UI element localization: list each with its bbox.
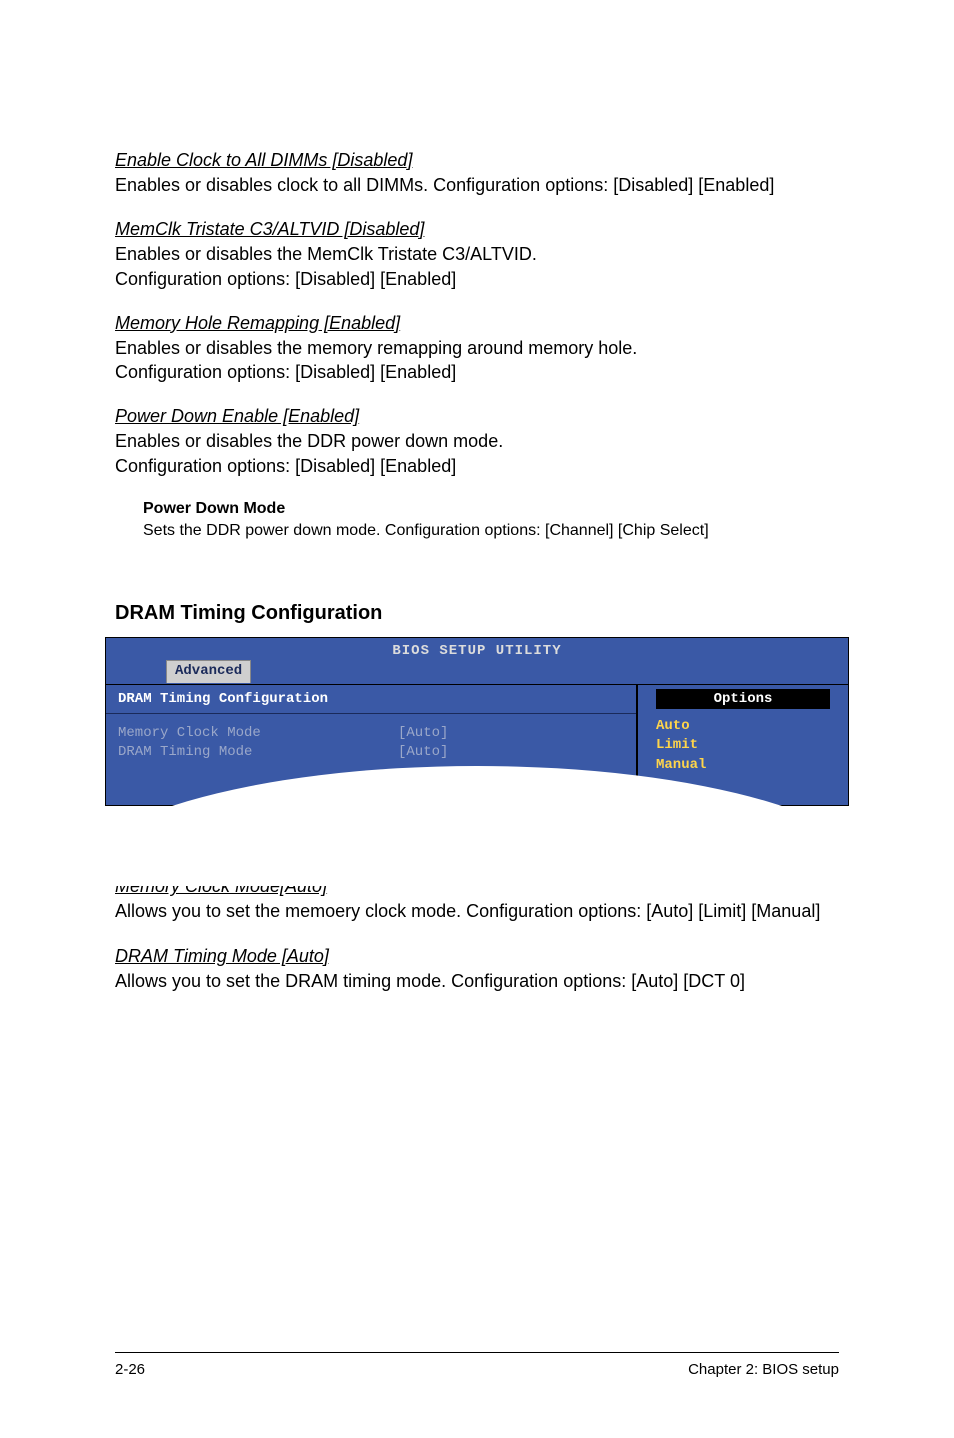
- bios-row-dram-timing: DRAM Timing Mode [Auto]: [118, 743, 624, 763]
- heading-powerdown: Power Down Enable [Enabled]: [115, 406, 839, 427]
- text-memclk: Enables or disables the MemClk Tristate …: [115, 242, 839, 291]
- subtext-powerdown-mode: Sets the DDR power down mode. Configurat…: [143, 520, 839, 542]
- page-footer: 2-26 Chapter 2: BIOS setup: [115, 1352, 839, 1378]
- bios-screenshot: BIOS SETUP UTILITY Advanced DRAM Timing …: [105, 637, 849, 807]
- bios-main-header: DRAM Timing Configuration: [106, 685, 636, 714]
- section-memclk: MemClk Tristate C3/ALTVID [Disabled] Ena…: [115, 219, 839, 291]
- section-memhole: Memory Hole Remapping [Enabled] Enables …: [115, 313, 839, 385]
- subsection-powerdown-mode: Power Down Mode Sets the DDR power down …: [143, 500, 839, 542]
- bios-side-header: Options: [656, 689, 830, 709]
- bios-option-limit: Limit: [656, 736, 830, 756]
- section-enable-clock: Enable Clock to All DIMMs [Disabled] Ena…: [115, 150, 839, 197]
- footer-chapter: Chapter 2: BIOS setup: [688, 1361, 839, 1378]
- heading-dram-timing-mode: DRAM Timing Mode [Auto]: [115, 946, 839, 967]
- bios-row-memory-clock: Memory Clock Mode [Auto]: [118, 724, 624, 744]
- heading-memclk: MemClk Tristate C3/ALTVID [Disabled]: [115, 219, 839, 240]
- heading-memhole: Memory Hole Remapping [Enabled]: [115, 313, 839, 334]
- bios-label-dram-timing: DRAM Timing Mode: [118, 743, 398, 763]
- bios-title-row: BIOS SETUP UTILITY: [106, 638, 848, 660]
- bios-tabs-row: Advanced: [106, 660, 848, 684]
- bios-option-auto: Auto: [656, 717, 830, 737]
- bios-tab-advanced: Advanced: [166, 660, 251, 683]
- bios-label-memory-clock: Memory Clock Mode: [118, 724, 398, 744]
- footer-page-number: 2-26: [115, 1361, 145, 1378]
- subheading-powerdown-mode: Power Down Mode: [143, 500, 839, 518]
- text-memhole: Enables or disables the memory remapping…: [115, 336, 839, 385]
- dram-config-heading: DRAM Timing Configuration: [115, 602, 839, 625]
- text-dram-timing-mode: Allows you to set the DRAM timing mode. …: [115, 969, 839, 993]
- bios-value-dram-timing: [Auto]: [398, 743, 448, 763]
- text-powerdown: Enables or disables the DDR power down m…: [115, 429, 839, 478]
- text-memory-clock-mode: Allows you to set the memoery clock mode…: [115, 899, 839, 923]
- text-enable-clock: Enables or disables clock to all DIMMs. …: [115, 173, 839, 197]
- section-powerdown: Power Down Enable [Enabled] Enables or d…: [115, 406, 839, 478]
- heading-enable-clock: Enable Clock to All DIMMs [Disabled]: [115, 150, 839, 171]
- section-dram-timing-mode: DRAM Timing Mode [Auto] Allows you to se…: [115, 946, 839, 993]
- bios-option-manual: Manual: [656, 756, 830, 776]
- bios-title: BIOS SETUP UTILITY: [392, 643, 561, 659]
- bios-value-memory-clock: [Auto]: [398, 724, 448, 744]
